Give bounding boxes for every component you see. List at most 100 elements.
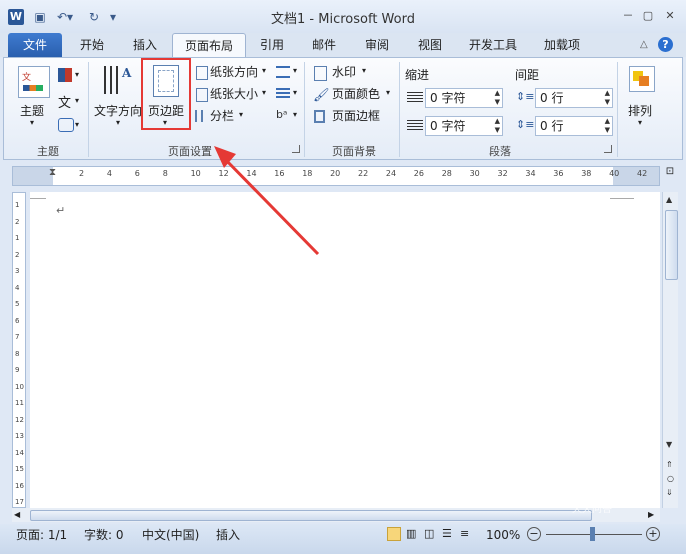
scroll-left-icon[interactable]: ◀	[14, 510, 20, 519]
reading-mode-icon[interactable]: ▥	[406, 527, 416, 540]
chevron-down-icon[interactable]: ▾	[293, 66, 297, 75]
margin-corner-mark	[610, 198, 634, 199]
insert-mode-status[interactable]: 插入	[216, 524, 240, 546]
chevron-down-icon[interactable]: ▾	[116, 118, 120, 127]
draft-icon[interactable]: ≡	[460, 527, 469, 540]
group-themes-label: 主题	[37, 145, 59, 158]
breaks-icon[interactable]	[276, 66, 290, 78]
close-icon[interactable]: ✕	[663, 10, 677, 22]
themes-button[interactable]: 主题	[20, 102, 44, 119]
ruler-tick-label: 8	[15, 349, 20, 358]
arrow-head	[214, 146, 236, 168]
themes-dropdown-icon[interactable]: ▾	[30, 118, 34, 127]
chevron-down-icon[interactable]: ▾	[386, 88, 390, 97]
ruler-tick-label: 10	[15, 382, 24, 391]
theme-fonts-icon[interactable]: 文	[58, 92, 71, 111]
chevron-down-icon[interactable]: ▾	[75, 70, 79, 79]
chevron-down-icon[interactable]: ▾	[239, 110, 243, 119]
orientation-button[interactable]: 纸张方向	[210, 62, 258, 82]
view-ruler-icon[interactable]: ⊡	[662, 166, 678, 186]
scroll-down-icon[interactable]: ▼	[666, 440, 672, 449]
spacing-label: 间距	[515, 68, 540, 82]
document-page[interactable]: ↵	[30, 192, 660, 508]
ruler-tick-label: 11	[15, 399, 24, 407]
watermark-logo: 天天问答	[572, 504, 612, 515]
chevron-down-icon[interactable]: ▾	[293, 88, 297, 97]
spin-arrows-icon[interactable]: ▲ ▼	[605, 117, 610, 135]
paragraph-launcher-icon[interactable]	[604, 145, 612, 153]
tab-page-layout[interactable]: 页面布局	[172, 33, 246, 58]
tab-view[interactable]: 视图	[410, 33, 450, 57]
vertical-scrollbar[interactable]: ▲ ▼ ⇑ ○ ⇓	[662, 192, 678, 508]
columns-button[interactable]: 分栏	[210, 106, 234, 126]
tab-references[interactable]: 引用	[252, 33, 292, 57]
tab-developer[interactable]: 开发工具	[462, 33, 524, 57]
arrange-icon	[629, 66, 655, 92]
zoom-slider-thumb[interactable]	[590, 527, 595, 541]
ruler-tick-label: 17	[15, 498, 24, 506]
outline-icon[interactable]: ☰	[442, 527, 452, 540]
indent-left-input[interactable]: 0 字符 ▲ ▼	[425, 88, 503, 108]
spin-arrows-icon[interactable]: ▲ ▼	[495, 117, 500, 135]
ruler-tick-label: 30	[469, 169, 480, 178]
horizontal-ruler[interactable]: ⧗ 2 4 6 8 10 12 14 16 18 20 22 24 26 28 30 32 34 36 38 40 42	[12, 166, 660, 186]
spin-arrows-icon[interactable]: ▲ ▼	[495, 89, 500, 107]
watermark-button[interactable]: 水印	[332, 62, 356, 82]
tab-home[interactable]: 开始	[72, 33, 112, 57]
page-color-button[interactable]: 页面颜色	[332, 84, 380, 104]
chevron-down-icon[interactable]: ▾	[638, 118, 642, 127]
theme-effects-icon[interactable]	[58, 118, 74, 132]
page-count[interactable]: 页面: 1/1	[16, 524, 67, 546]
chevron-down-icon[interactable]: ▾	[75, 96, 79, 105]
help-icon[interactable]: ?	[658, 37, 673, 52]
tab-file[interactable]: 文件	[8, 33, 62, 57]
line-numbers-icon[interactable]	[276, 88, 290, 100]
page-borders-button[interactable]: 页面边框	[332, 106, 380, 126]
scroll-up-icon[interactable]: ▲	[666, 195, 672, 204]
zoom-in-icon[interactable]: +	[646, 527, 660, 541]
next-page-icon[interactable]: ⇓	[666, 488, 673, 497]
web-layout-icon[interactable]: ◫	[424, 527, 434, 540]
space-before-input[interactable]: 0 行 ▲ ▼	[535, 88, 613, 108]
chevron-down-icon[interactable]: ▾	[293, 110, 297, 119]
text-direction-button[interactable]: 文字方向	[94, 102, 142, 119]
minimize-icon[interactable]: －	[621, 10, 635, 22]
tab-addins[interactable]: 加载项	[536, 33, 588, 57]
indent-right-input[interactable]: 0 字符 ▲ ▼	[425, 116, 503, 136]
paper-size-button[interactable]: 纸张大小	[210, 84, 258, 104]
ruler-tick-label: 13	[15, 432, 24, 440]
chevron-down-icon[interactable]: ▾	[262, 88, 266, 97]
word-count[interactable]: 字数: 0	[84, 524, 124, 546]
tab-insert[interactable]: 插入	[124, 33, 166, 57]
hyphenation-icon[interactable]: bᵃ	[276, 108, 287, 121]
margins-button[interactable]: 页边距	[148, 102, 184, 119]
group-paragraph-label: 段落	[489, 145, 511, 158]
hscroll-thumb[interactable]	[30, 510, 592, 521]
print-layout-icon[interactable]	[387, 527, 401, 541]
space-after-input[interactable]: 0 行 ▲ ▼	[535, 116, 613, 136]
chevron-down-icon[interactable]: ▾	[75, 120, 79, 129]
theme-colors-icon[interactable]	[58, 68, 72, 82]
chevron-down-icon[interactable]: ▾	[163, 118, 167, 127]
prev-page-icon[interactable]: ⇑	[666, 460, 673, 469]
collapse-ribbon-icon[interactable]: △	[640, 39, 648, 50]
horizontal-scrollbar[interactable]: ◀ ▶	[12, 508, 660, 522]
ruler-tick-label: 38	[581, 169, 592, 178]
restore-icon[interactable]: ▢	[641, 10, 655, 22]
browse-object-icon[interactable]: ○	[667, 474, 674, 483]
tab-review[interactable]: 审阅	[357, 33, 397, 57]
zoom-out-icon[interactable]: −	[527, 527, 541, 541]
chevron-down-icon[interactable]: ▾	[362, 66, 366, 75]
spin-arrows-icon[interactable]: ▲ ▼	[605, 89, 610, 107]
scroll-right-icon[interactable]: ▶	[648, 510, 654, 519]
indent-marker-icon[interactable]: ⧗	[49, 167, 56, 178]
scroll-thumb[interactable]	[665, 210, 678, 280]
ruler-tick-label: 34	[525, 169, 536, 178]
zoom-level[interactable]: 100%	[486, 524, 520, 546]
language-status[interactable]: 中文(中国)	[142, 524, 199, 546]
tab-mailings[interactable]: 邮件	[304, 33, 344, 57]
vertical-ruler[interactable]: 1212345678910111213141516171819	[12, 192, 26, 539]
arrange-button[interactable]: 排列	[628, 102, 652, 119]
ruler-tick-label: 2	[79, 169, 85, 178]
chevron-down-icon[interactable]: ▾	[262, 66, 266, 75]
